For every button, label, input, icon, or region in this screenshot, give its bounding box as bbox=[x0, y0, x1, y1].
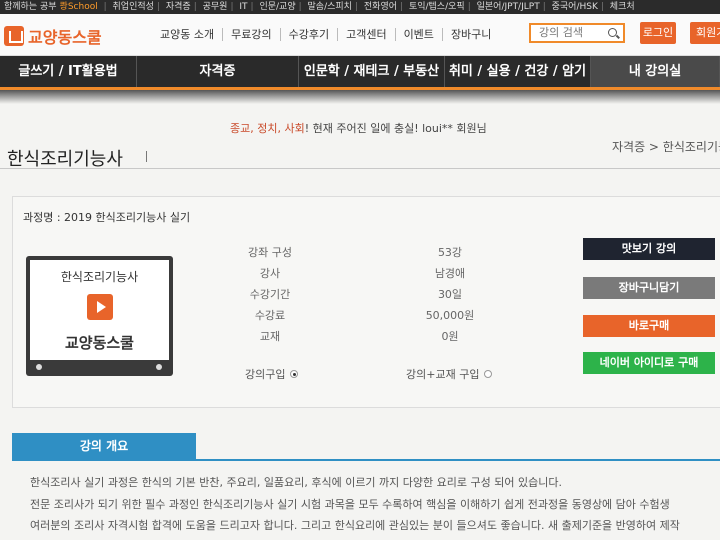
divider: | bbox=[156, 2, 160, 12]
buy-now-button[interactable]: 바로구매 bbox=[583, 315, 715, 337]
option-lecture-textbook[interactable]: 강의+교재 구입 bbox=[406, 366, 493, 382]
header-shadow bbox=[0, 90, 720, 104]
info-label-instructor: 강사 bbox=[259, 267, 281, 280]
tab-overview[interactable]: 강의 개요 bbox=[12, 433, 196, 459]
category-bar: 글쓰기 / IT활용법 자격증 인문학 / 재테크 / 부동산 취미 / 실용 … bbox=[0, 56, 720, 90]
info-label-lessons: 강좌 구성 bbox=[248, 246, 292, 259]
info-value-textbook: 0원 bbox=[441, 330, 459, 343]
nav-item-free-lectures[interactable]: 무료강의 bbox=[223, 28, 281, 41]
divider: | bbox=[400, 2, 404, 12]
title-divider bbox=[146, 151, 147, 162]
info-value-instructor: 남경애 bbox=[434, 267, 466, 280]
topbar-item[interactable]: 말솜/스피치 bbox=[308, 2, 352, 12]
breadcrumb[interactable]: 자격증 > 한식조리기능 bbox=[612, 138, 720, 155]
topbar-item[interactable]: 토익/텝스/오픽 bbox=[409, 2, 465, 12]
category-hobby[interactable]: 취미 / 실용 / 건강 / 암기 bbox=[445, 56, 591, 90]
nav-item-support[interactable]: 고객센터 bbox=[338, 28, 396, 41]
search-placeholder: 강의 검색 bbox=[539, 26, 583, 39]
notice-text: ! 현재 주어진 일에 충실! loui** 회원님 bbox=[304, 122, 487, 135]
divider: | bbox=[193, 2, 197, 12]
overview-rule bbox=[12, 459, 720, 461]
nav-item-reviews[interactable]: 수강후기 bbox=[281, 28, 339, 41]
title-rule bbox=[0, 168, 720, 169]
topbar-item[interactable]: IT bbox=[239, 2, 247, 12]
thumbnail-brand: 교양동스쿨 bbox=[64, 334, 134, 352]
course-name: 과정명 : 2019 한식조리기능사 실기 bbox=[23, 211, 191, 224]
site-header: 교양동스쿨 교양동 소개 무료강의 수강후기 고객센터 이벤트 장바구니 강의 … bbox=[0, 14, 720, 56]
main-nav: 교양동 소개 무료강의 수강후기 고객센터 이벤트 장바구니 bbox=[152, 28, 499, 41]
thumbnail-dot-icon bbox=[156, 364, 162, 370]
category-certificates[interactable]: 자격증 bbox=[137, 56, 299, 90]
search-icon[interactable] bbox=[608, 28, 617, 37]
naver-buy-button[interactable]: 네이버 아이디로 구매 bbox=[583, 352, 715, 374]
notice-message: 종교, 정치, 사회! 현재 주어진 일에 충실! loui** 회원님 bbox=[230, 120, 487, 136]
topbar-item[interactable]: 일본어/JPT/JLPT bbox=[477, 2, 540, 12]
divider: | bbox=[354, 2, 359, 12]
divider: | bbox=[298, 2, 302, 12]
search-input[interactable]: 강의 검색 bbox=[529, 23, 625, 43]
topbar-item[interactable]: 전화영어 bbox=[364, 2, 397, 12]
notice-highlight: 종교, 정치, 사회 bbox=[230, 122, 305, 135]
divider: | bbox=[542, 2, 546, 12]
topbar-item[interactable]: 공무원 bbox=[203, 2, 228, 12]
option-label: 강의구입 bbox=[245, 368, 286, 381]
join-button[interactable]: 회원가 bbox=[690, 22, 720, 44]
radio-unchecked-icon[interactable] bbox=[484, 370, 493, 378]
logo-icon bbox=[4, 26, 24, 46]
topbar-item[interactable]: 인문/교양 bbox=[259, 2, 295, 12]
divider: | bbox=[230, 2, 234, 12]
nav-item-events[interactable]: 이벤트 bbox=[396, 28, 443, 41]
info-label-period: 수강기간 bbox=[249, 288, 291, 301]
divider: | bbox=[103, 2, 107, 12]
info-value-fee: 50,000원 bbox=[425, 309, 475, 322]
thumbnail-title: 한식조리기능사 bbox=[60, 270, 139, 284]
info-value-lessons: 53강 bbox=[437, 246, 463, 259]
preview-lecture-button[interactable]: 맛보기 강의 bbox=[583, 238, 715, 260]
category-humanities[interactable]: 인문학 / 재테크 / 부동산 bbox=[299, 56, 445, 90]
thumbnail-screen: 한식조리기능사 교양동스쿨 bbox=[30, 260, 169, 360]
option-label: 강의+교재 구입 bbox=[406, 368, 480, 381]
play-icon[interactable] bbox=[87, 294, 113, 320]
nav-item-about[interactable]: 교양동 소개 bbox=[152, 28, 224, 41]
topbar-item[interactable]: 취업인적성 bbox=[113, 2, 154, 12]
divider: | bbox=[467, 2, 471, 12]
overview-line: 전문 조리사가 되기 위한 필수 과정인 한식조리기능사 실기 시험 과목을 모… bbox=[30, 498, 670, 511]
category-my-classroom[interactable]: 내 강의실 bbox=[591, 56, 720, 90]
divider: | bbox=[250, 2, 254, 12]
info-label-fee: 수강료 bbox=[254, 309, 286, 322]
add-to-cart-button[interactable]: 장바구니담기 bbox=[583, 277, 715, 299]
login-button[interactable]: 로그인 bbox=[640, 22, 676, 44]
overview-line: 한식조리사 실기 과정은 한식의 기본 반찬, 주요리, 일품요리, 후식에 이… bbox=[30, 476, 562, 489]
site-logo[interactable]: 교양동스쿨 bbox=[4, 24, 102, 48]
nav-item-cart[interactable]: 장바구니 bbox=[443, 28, 499, 41]
radio-checked-icon[interactable] bbox=[290, 370, 299, 378]
option-lecture-only[interactable]: 강의구입 bbox=[245, 366, 299, 382]
overview-line: 여러분의 조리사 자격시험 합격에 도움을 드리고자 합니다. 그리고 한식요리… bbox=[30, 519, 680, 532]
topbar-item[interactable]: 중국어/HSK bbox=[552, 2, 598, 12]
topbar-item[interactable]: 함께하는 공부 bbox=[4, 2, 57, 12]
info-label-textbook: 교재 bbox=[259, 330, 281, 343]
topbar-highlight-school[interactable]: 쾅School bbox=[60, 2, 98, 12]
topbar-item[interactable]: 체크처 bbox=[610, 2, 635, 12]
category-writing-it[interactable]: 글쓰기 / IT활용법 bbox=[0, 56, 137, 90]
thumbnail-dot-icon bbox=[36, 364, 42, 370]
course-thumbnail[interactable]: 한식조리기능사 교양동스쿨 bbox=[26, 256, 173, 376]
top-utility-bar: 함께하는 공부 쾅School | 취업인적성 | 자격증 | 공무원 | IT | 인문… bbox=[0, 0, 720, 14]
topbar-item[interactable]: 자격증 bbox=[166, 2, 191, 12]
divider: | bbox=[600, 2, 604, 12]
info-value-period: 30일 bbox=[437, 288, 463, 301]
logo-text: 교양동스쿨 bbox=[28, 28, 102, 47]
